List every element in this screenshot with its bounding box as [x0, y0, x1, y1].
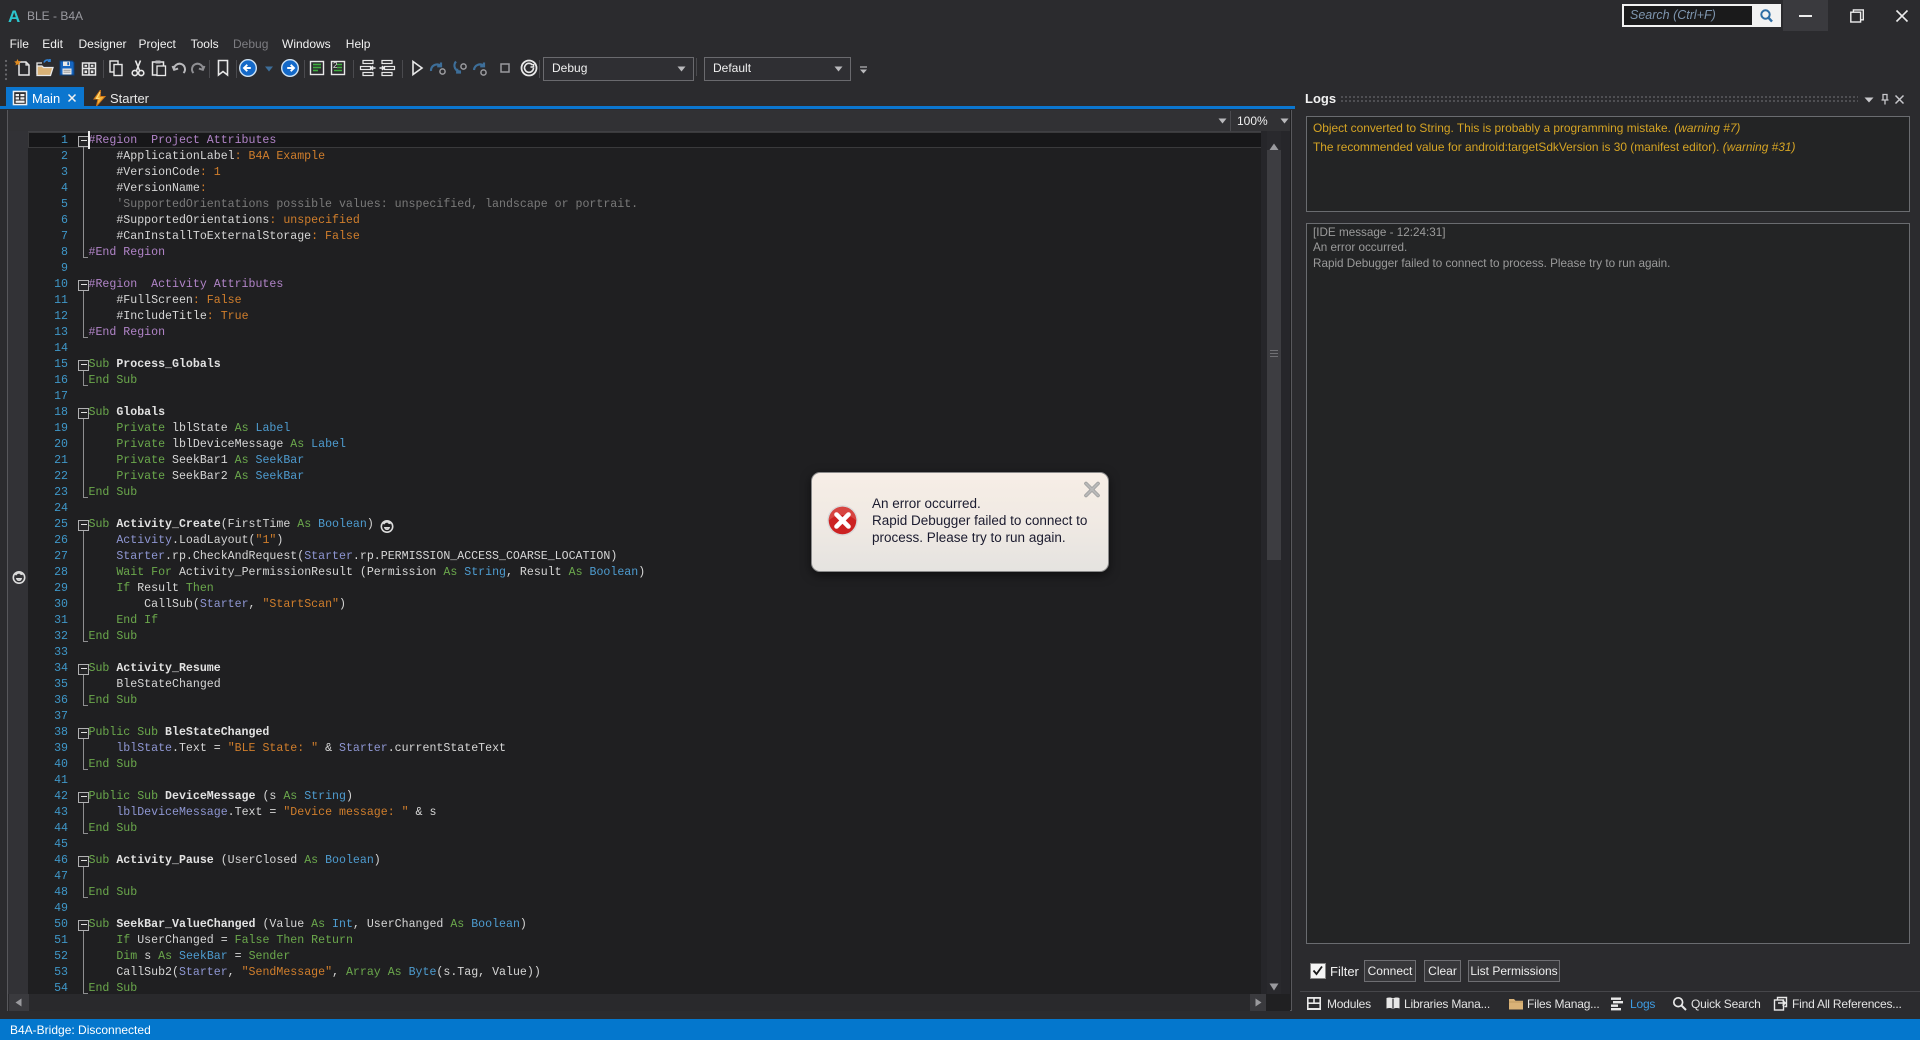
svg-text:2: 2 — [333, 61, 338, 70]
